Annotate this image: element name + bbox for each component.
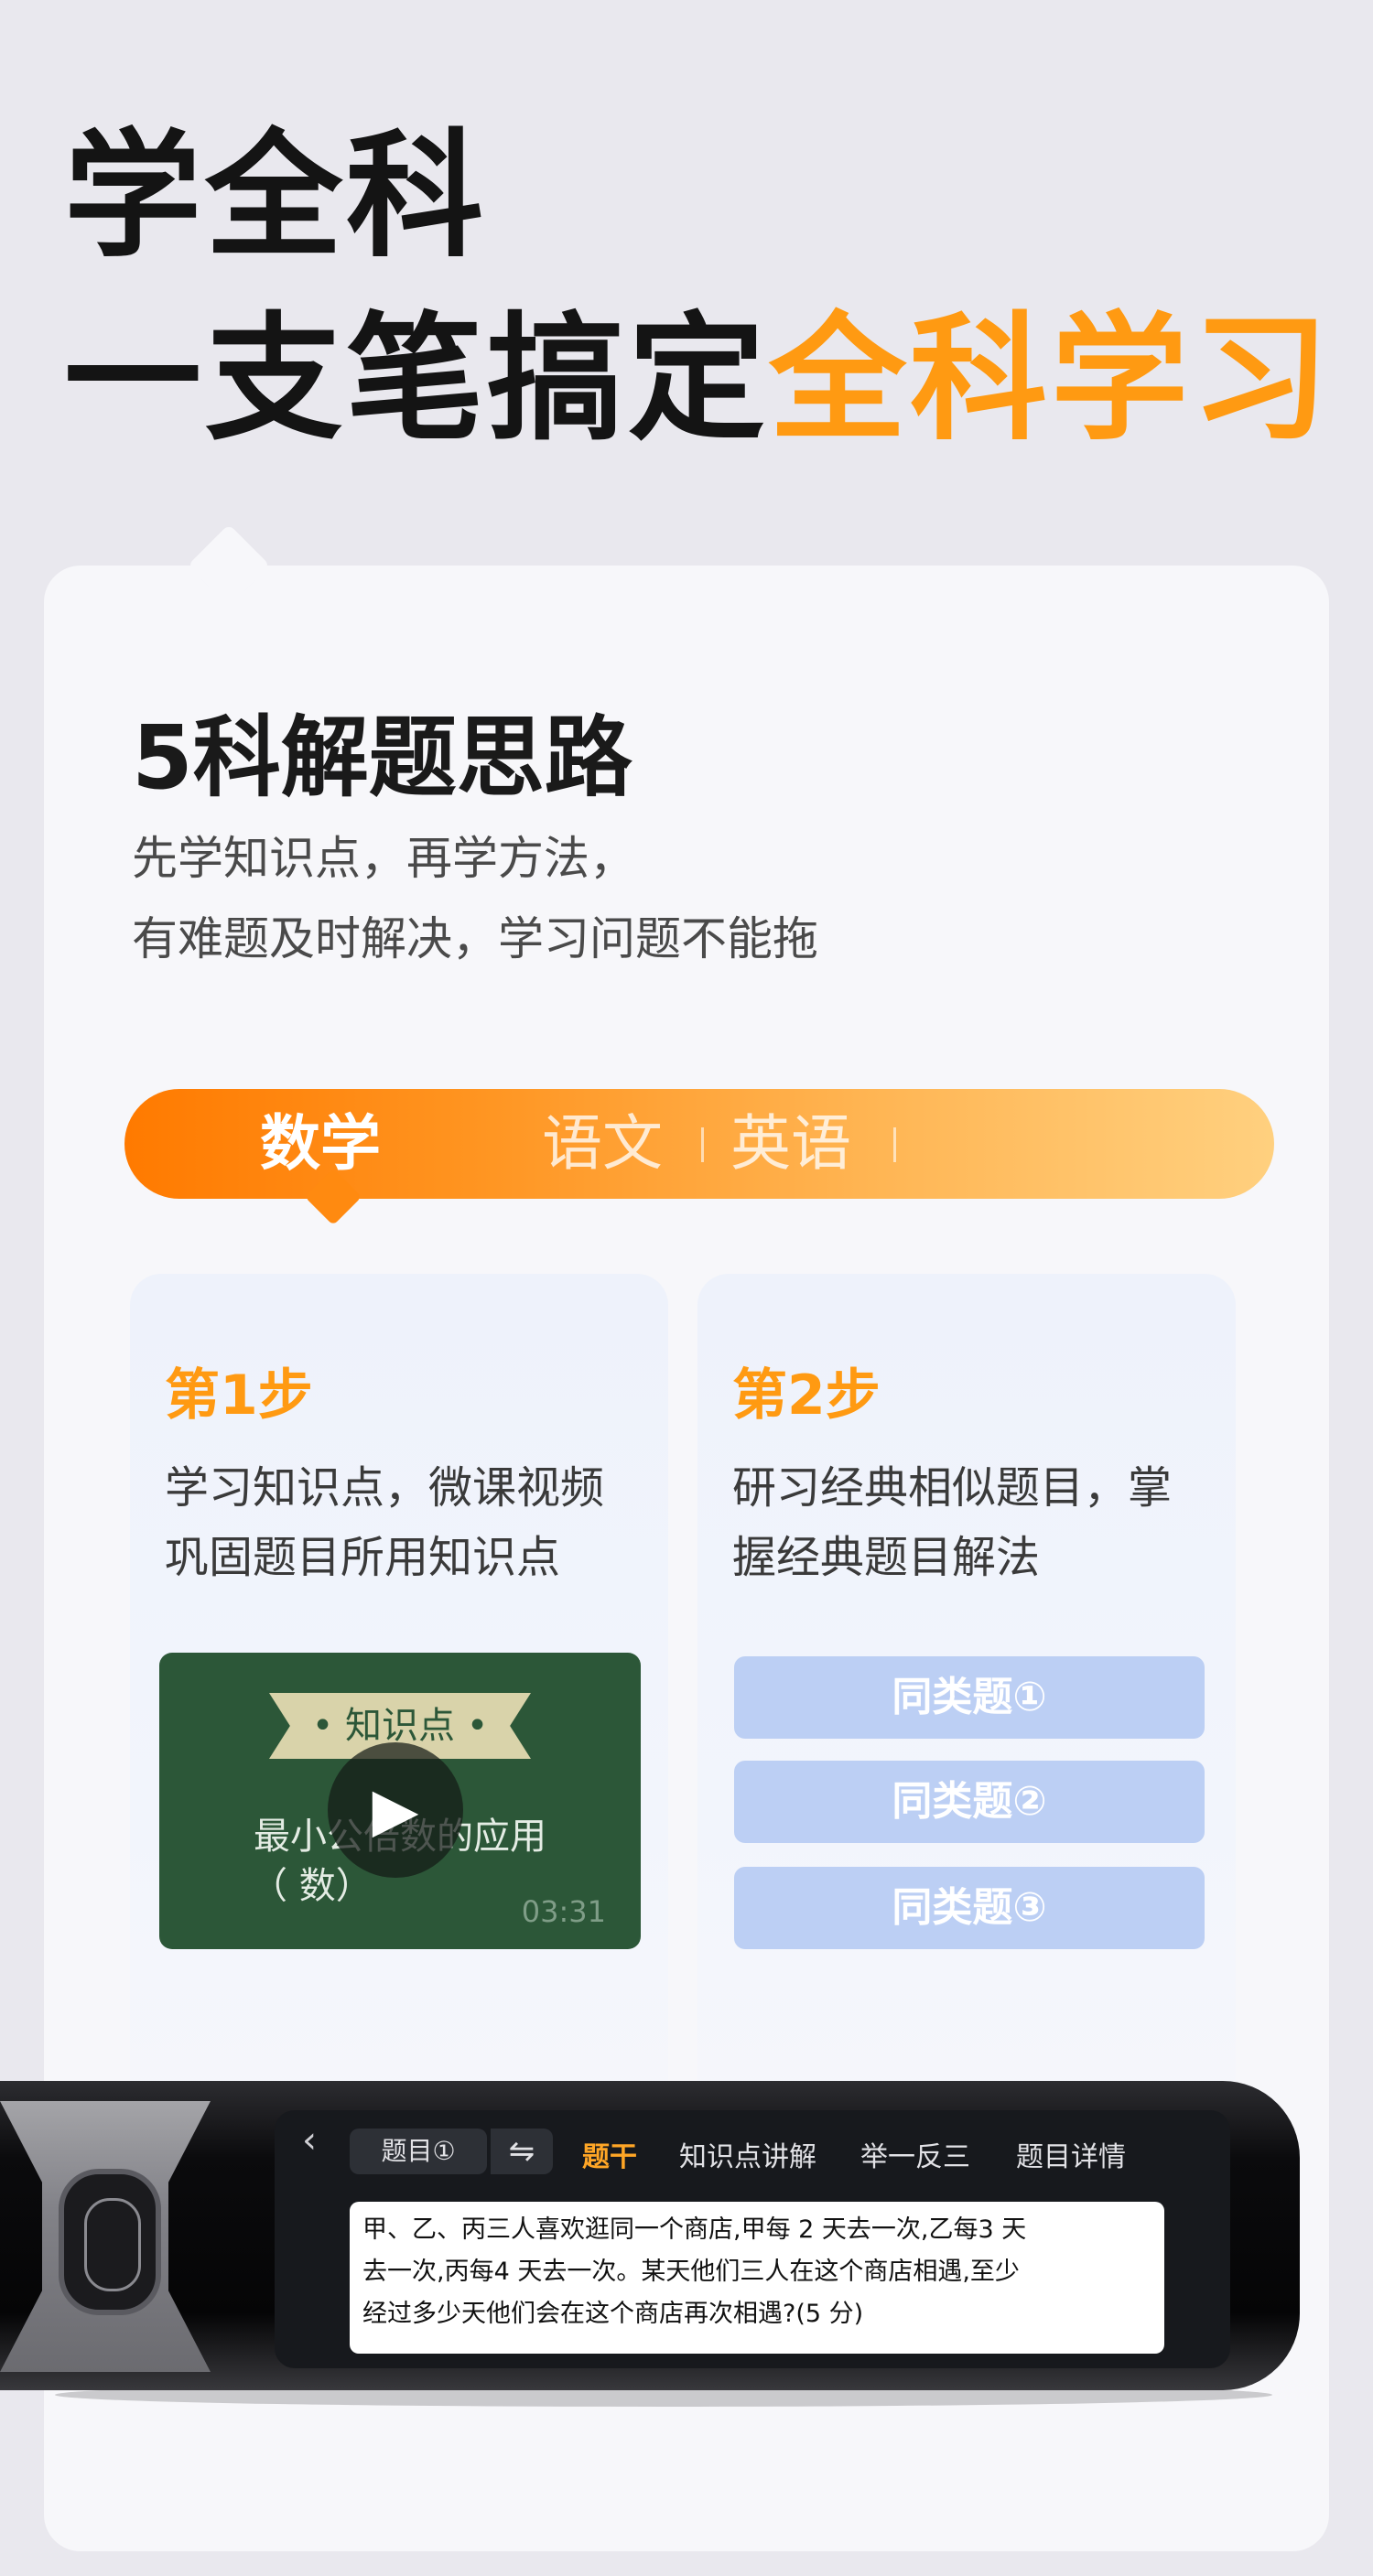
tab-chinese[interactable]: 语文 [542,1089,663,1199]
tab-math[interactable]: 数学 [260,1089,381,1199]
similar-question-button-2[interactable]: 同类题② [734,1761,1205,1843]
screen-tab-question-stem[interactable]: 题干 [582,2134,637,2174]
question-line-2: 去一次,丙每4 天去一次。某天他们三人在这个商店相遇,至少 [362,2258,1020,2286]
screen-tab-knowledge[interactable]: 知识点讲解 [679,2134,816,2174]
screen-tab-details[interactable]: 题目详情 [1016,2134,1126,2174]
device-power-button[interactable] [59,2169,161,2315]
step-1-description-line-1: 学习知识点，微课视频 [165,1462,605,1514]
question-line-3: 经过多少天他们会在这个商店再次相遇?(5 分) [362,2300,864,2328]
lesson-video-thumbnail[interactable]: • 知识点 • 最小公倍数的应用 （ 数） ▶ 03:31 [159,1653,641,1949]
question-text-panel: 甲、乙、丙三人喜欢逛同一个商店,甲每 2 天去一次,乙每3 天 去一次,丙每4 … [350,2202,1164,2354]
step-2-description: 研习经典相似题目，掌 握经典题目解法 [732,1453,1172,1592]
swap-icon[interactable]: ⇋ [491,2129,553,2174]
section-title: 5科解题思路 [132,706,632,809]
step-2-description-line-2: 握经典题目解法 [732,1532,1041,1583]
video-duration: 03:31 [521,1894,606,1929]
hero-heading: 学全科 一支笔搞定全科学习 [64,128,1333,448]
hero-line-2-prefix: 一支笔搞定 [64,300,770,459]
section-description-line-1: 先学知识点，再学方法， [132,832,635,885]
scanning-pen-device: ‹ 题目① ⇋ 题干 知识点讲解 举一反三 题目详情 甲、乙、丙三人喜欢逛同一个… [0,2081,1300,2407]
card-notch [187,523,271,608]
step-1-title: 第1步 [165,1363,313,1428]
hero-line-2-accent: 全科学习 [769,300,1334,459]
tab-divider [893,1127,896,1162]
section-description-line-2: 有难题及时解决，学习问题不能拖 [132,912,818,965]
step-2-title: 第2步 [732,1363,881,1428]
step-1-card: 第1步 学习知识点，微课视频 巩固题目所用知识点 • 知识点 • 最小公倍数的应… [130,1274,668,2161]
back-icon[interactable]: ‹ [302,2119,317,2161]
section-description: 先学知识点，再学方法， 有难题及时解决，学习问题不能拖 [132,818,818,979]
hero-line-1: 学全科 [64,117,488,276]
tab-english[interactable]: 英语 [730,1089,851,1199]
step-1-description: 学习知识点，微课视频 巩固题目所用知识点 [165,1453,604,1592]
step-1-description-line-2: 巩固题目所用知识点 [165,1532,561,1583]
step-2-description-line-1: 研习经典相似题目，掌 [732,1462,1173,1514]
screen-tab-practice[interactable]: 举一反三 [860,2134,970,2174]
device-body: ‹ 题目① ⇋ 题干 知识点讲解 举一反三 题目详情 甲、乙、丙三人喜欢逛同一个… [0,2081,1300,2390]
subject-tabs: 数学 语文 英语 [124,1089,1274,1226]
device-screen: ‹ 题目① ⇋ 题干 知识点讲解 举一反三 题目详情 甲、乙、丙三人喜欢逛同一个… [275,2110,1230,2368]
question-line-1: 甲、乙、丙三人喜欢逛同一个商店,甲每 2 天去一次,乙每3 天 [362,2215,1027,2244]
play-icon[interactable]: ▶ [328,1742,463,1878]
step-2-card: 第2步 研习经典相似题目，掌 握经典题目解法 同类题① 同类题② 同类题③ [697,1274,1236,2161]
similar-question-button-1[interactable]: 同类题① [734,1656,1205,1739]
tab-divider [701,1127,704,1162]
similar-question-button-3[interactable]: 同类题③ [734,1867,1205,1949]
question-selector[interactable]: 题目① [350,2129,487,2174]
hero-line-2: 一支笔搞定全科学习 [64,311,1333,448]
